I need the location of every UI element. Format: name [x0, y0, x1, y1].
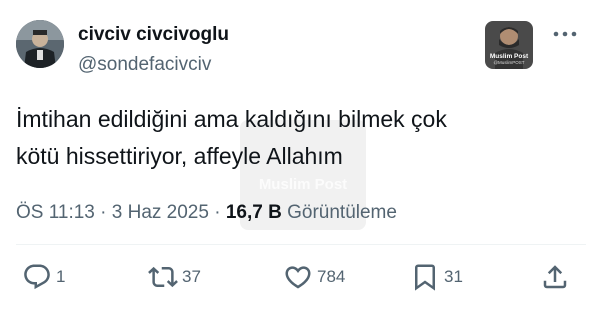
display-name[interactable]: civciv civcivoglu — [78, 23, 229, 47]
more-options-button[interactable] — [550, 22, 580, 46]
like-button[interactable]: 784 — [283, 262, 345, 292]
reply-button[interactable]: 1 — [22, 262, 65, 292]
tweet-card: civciv civcivoglu @sondefacivciv Muslim … — [0, 0, 602, 316]
tweet-time[interactable]: ÖS 11:13 — [16, 202, 95, 223]
avatar[interactable] — [16, 20, 64, 68]
bookmark-count: 31 — [444, 267, 463, 286]
avatar-image — [16, 20, 64, 68]
share-button[interactable] — [540, 262, 570, 292]
share-icon — [543, 265, 567, 289]
views-label: Görüntüleme — [287, 202, 397, 223]
repost-count: 37 — [182, 267, 201, 286]
bookmark-button[interactable]: 31 — [410, 262, 463, 292]
tweet-meta: ÖS 11:13 · 3 Haz 2025 · 16,7 B Görüntüle… — [16, 200, 397, 226]
repost-button[interactable]: 37 — [148, 262, 201, 292]
views-count: 16,7 B — [225, 202, 282, 223]
meta-separator: · — [100, 202, 107, 223]
bookmark-icon — [415, 264, 435, 291]
user-handle[interactable]: @sondefacivciv — [78, 53, 229, 77]
logo-title: Muslim Post — [489, 53, 529, 60]
meta-separator: · — [214, 202, 221, 223]
reply-icon — [24, 264, 50, 290]
reply-count: 1 — [56, 267, 66, 286]
like-count: 784 — [317, 267, 346, 286]
heart-icon — [285, 266, 311, 289]
tweet-text: İmtihan edildiğini ama kaldığını bilmek … — [16, 106, 447, 169]
watermark-text: Muslim Post — [258, 176, 348, 193]
logo-subtitle: @MuslimPOST — [493, 60, 525, 65]
more-horizontal-icon — [553, 31, 577, 37]
tweet-date[interactable]: 3 Haz 2025 — [112, 202, 209, 223]
author-block: civciv civcivoglu @sondefacivciv — [78, 23, 229, 77]
muslim-post-logo: Muslim Post @MuslimPOST — [485, 21, 533, 69]
repost-icon — [148, 266, 178, 288]
divider — [16, 244, 586, 245]
